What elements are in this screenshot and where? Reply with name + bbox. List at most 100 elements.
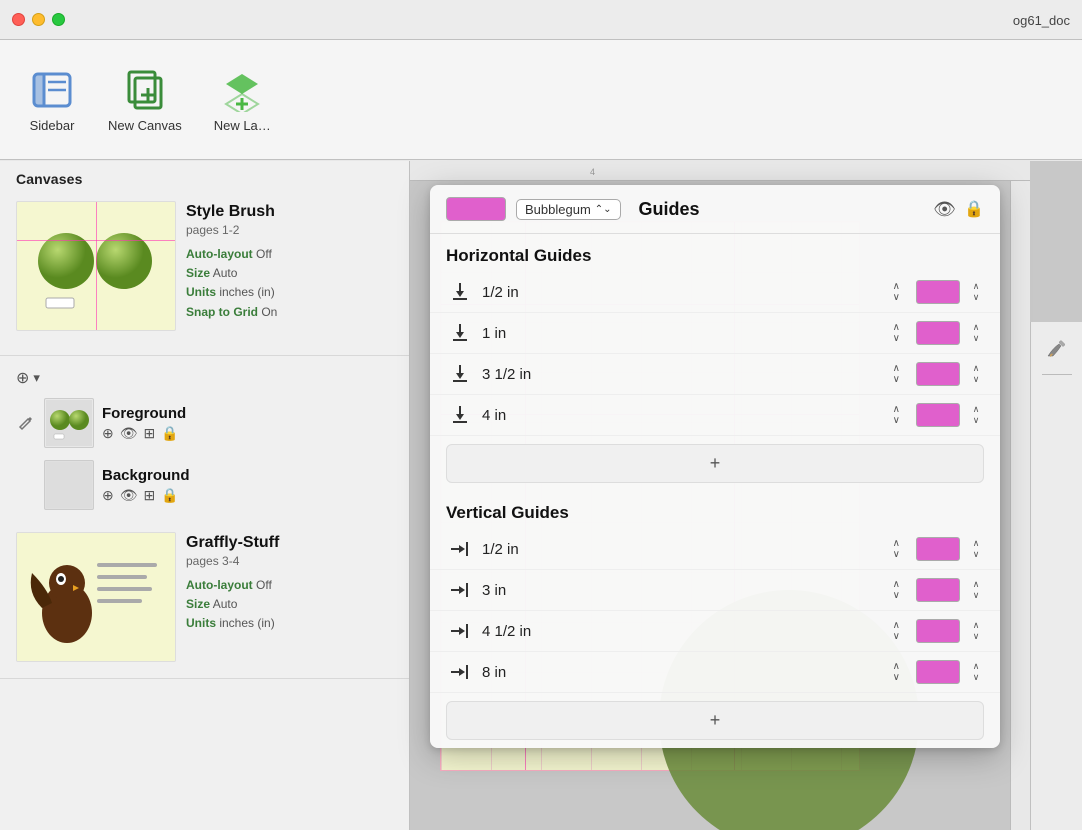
- graffly-units-label: Units: [186, 616, 216, 630]
- v-guide-color-stepper-1[interactable]: ∧ ∨: [968, 579, 984, 601]
- add-v-guide-button[interactable]: +: [446, 701, 984, 740]
- toolbar-divider: [1042, 374, 1072, 375]
- new-layer-button[interactable]: New La…: [202, 58, 283, 141]
- color-dropdown[interactable]: Bubblegum ⌃⌄: [516, 199, 621, 220]
- v-guide-stepper-0[interactable]: ∧ ∨: [893, 538, 900, 560]
- h-guide-stepper-3[interactable]: ∧ ∨: [893, 404, 900, 426]
- v-guide-color-3[interactable]: [916, 660, 960, 684]
- close-button[interactable]: [12, 13, 25, 26]
- lock-icon[interactable]: 🔒: [964, 199, 984, 220]
- guides-header: Bubblegum ⌃⌄ Guides 👁 🔒: [430, 185, 1000, 234]
- guide-color-swatch[interactable]: [446, 197, 506, 221]
- v-guide-color-stepper-0[interactable]: ∧ ∨: [968, 538, 984, 560]
- canvases-header: Canvases: [0, 161, 409, 193]
- app-title: og61_doc: [1013, 13, 1070, 28]
- sidebar: Canvases: [0, 161, 410, 830]
- guides-title: Guides: [639, 199, 924, 220]
- add-v-guide-icon: +: [710, 710, 721, 731]
- v-guide-color-stepper-2[interactable]: ∧ ∨: [968, 620, 984, 642]
- h-guide-stepper-0[interactable]: ∧ ∨: [893, 281, 900, 303]
- v-guide-row-2: 4 1/2 in ∧ ∨ ∧ ∨: [430, 611, 1000, 652]
- main-toolbar: Sidebar New Canvas New La…: [0, 40, 1082, 160]
- traffic-lights: [12, 13, 65, 26]
- canvas-title-style-brush: Style Brush: [186, 203, 277, 221]
- auto-layout-label: Auto-layout: [186, 247, 253, 261]
- new-layer-label: New La…: [214, 118, 271, 133]
- layers-chevron-icon: ▾: [33, 370, 40, 386]
- h-guide-stepper-1[interactable]: ∧ ∨: [893, 322, 900, 344]
- v-guide-stepper-1[interactable]: ∧ ∨: [893, 579, 900, 601]
- v-guide-stepper-3[interactable]: ∧ ∨: [893, 661, 900, 683]
- vertical-guides-title: Vertical Guides: [430, 491, 1000, 529]
- h-guide-color-stepper-3[interactable]: ∧ ∨: [968, 404, 984, 426]
- v-guide-icon-3: [446, 658, 474, 686]
- ruler-vertical: [1010, 181, 1030, 830]
- h-guide-color-stepper-2[interactable]: ∧ ∨: [968, 363, 984, 385]
- v-guide-value-3: 8 in: [482, 664, 885, 681]
- h-guide-color-0[interactable]: [916, 280, 960, 304]
- bg-layer-stack-icon[interactable]: ⊕: [102, 487, 114, 504]
- h-guide-color-stepper-1[interactable]: ∧ ∨: [968, 322, 984, 344]
- new-canvas-icon: [121, 66, 169, 114]
- horizontal-guides-title: Horizontal Guides: [430, 234, 1000, 272]
- sidebar-icon: [28, 66, 76, 114]
- layer-print-icon[interactable]: ⊞: [144, 425, 156, 442]
- bg-layer-eye-icon[interactable]: 👁: [120, 487, 138, 504]
- units-label: Units: [186, 285, 216, 299]
- h-guide-color-stepper-0[interactable]: ∧ ∨: [968, 281, 984, 303]
- title-bar: og61_doc: [0, 0, 1082, 40]
- layers-toggle[interactable]: ⊕ ▾: [16, 364, 393, 392]
- h-guide-value-0: 1/2 in: [482, 284, 885, 301]
- layer-icons-background: ⊕ 👁 ⊞ 🔒: [102, 487, 393, 504]
- h-guide-stepper-2[interactable]: ∧ ∨: [893, 363, 900, 385]
- canvas-meta-graffly: Auto-layout Off Size Auto Units inches (…: [186, 576, 279, 634]
- size-label: Size: [186, 266, 210, 280]
- h-guide-icon-0: [446, 278, 474, 306]
- h-guide-color-3[interactable]: [916, 403, 960, 427]
- canvas-preview-graffly: [16, 532, 176, 662]
- v-guide-row-1: 3 in ∧ ∨ ∧ ∨: [430, 570, 1000, 611]
- dropdown-chevron-icon: ⌃⌄: [595, 204, 612, 215]
- edit-icon-foreground[interactable]: [16, 413, 36, 433]
- v-guide-color-0[interactable]: [916, 537, 960, 561]
- h-guide-icon-1: [446, 319, 474, 347]
- layer-stack-icon[interactable]: ⊕: [102, 425, 114, 442]
- canvas-meta-style-brush: Auto-layout Off Size Auto Units inches (…: [186, 245, 277, 322]
- v-guide-icon-1: [446, 576, 474, 604]
- v-guide-value-0: 1/2 in: [482, 541, 885, 558]
- add-h-guide-icon: +: [710, 453, 721, 474]
- layer-lock-icon[interactable]: 🔒: [161, 425, 178, 442]
- h-guide-color-2[interactable]: [916, 362, 960, 386]
- h-guide-icon-2: [446, 360, 474, 388]
- title-bar-right: og61_doc: [1013, 0, 1070, 40]
- bg-layer-print-icon[interactable]: ⊞: [144, 487, 156, 504]
- v-guide-color-stepper-3[interactable]: ∧ ∨: [968, 661, 984, 683]
- graffly-size-label: Size: [186, 597, 210, 611]
- h-guide-color-1[interactable]: [916, 321, 960, 345]
- layer-thumbnail-background: [44, 460, 94, 510]
- svg-text:4: 4: [590, 167, 595, 177]
- v-guide-icon-0: [446, 535, 474, 563]
- canvas-subtitle-graffly: pages 3-4: [186, 554, 279, 568]
- color-name: Bubblegum: [525, 202, 591, 217]
- h-guide-value-2: 3 1/2 in: [482, 366, 885, 383]
- v-guide-color-2[interactable]: [916, 619, 960, 643]
- canvas-item-style-brush[interactable]: Style Brush pages 1-2 Auto-layout Off Si…: [0, 193, 409, 356]
- maximize-button[interactable]: [52, 13, 65, 26]
- h-guide-row-1: 1 in ∧ ∨ ∧ ∨: [430, 313, 1000, 354]
- eye-icon[interactable]: 👁: [933, 199, 956, 220]
- paint-tool-button[interactable]: [1039, 330, 1075, 366]
- v-guide-value-2: 4 1/2 in: [482, 623, 885, 640]
- sidebar-button[interactable]: Sidebar: [16, 58, 88, 141]
- bg-layer-lock-icon[interactable]: 🔒: [161, 487, 178, 504]
- layer-eye-icon[interactable]: 👁: [120, 425, 138, 442]
- minimize-button[interactable]: [32, 13, 45, 26]
- new-canvas-button[interactable]: New Canvas: [96, 58, 194, 141]
- new-canvas-label: New Canvas: [108, 118, 182, 133]
- v-guide-icon-2: [446, 617, 474, 645]
- v-guide-stepper-2[interactable]: ∧ ∨: [893, 620, 900, 642]
- add-h-guide-button[interactable]: +: [446, 444, 984, 483]
- h-guide-value-3: 4 in: [482, 407, 885, 424]
- canvas-item-graffly-stuff[interactable]: Graffly-Stuff pages 3-4 Auto-layout Off …: [0, 524, 409, 679]
- v-guide-color-1[interactable]: [916, 578, 960, 602]
